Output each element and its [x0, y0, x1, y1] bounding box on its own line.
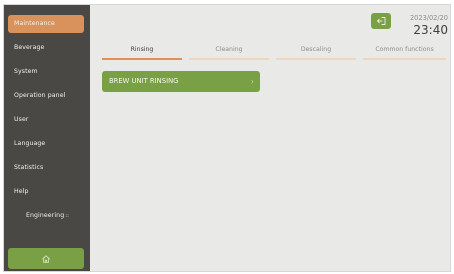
- sidebar-item-system[interactable]: System: [8, 63, 84, 81]
- sidebar-item-engineering[interactable]: Engineering::: [8, 207, 84, 225]
- date-display: 2023/02/20: [409, 14, 448, 22]
- brew-unit-rinsing-button[interactable]: BREW UNIT RINSING ›: [102, 71, 260, 92]
- home-icon: [42, 254, 50, 263]
- tab-descaling-indicator: [276, 58, 356, 60]
- sidebar-item-help[interactable]: Help: [8, 183, 84, 201]
- tab-common-functions[interactable]: Common functions: [363, 44, 446, 60]
- app-screen: Maintenance Beverage System Operation pa…: [3, 4, 451, 272]
- tab-rinsing-indicator: [102, 58, 182, 60]
- sidebar-item-engineering-label: Engineering: [26, 212, 65, 219]
- time-display: 23:40: [413, 23, 448, 37]
- home-button[interactable]: [8, 248, 84, 269]
- tab-cleaning-label: Cleaning: [215, 46, 243, 53]
- chevron-right-icon: ›: [250, 77, 254, 86]
- tab-common-functions-indicator: [363, 58, 446, 60]
- tab-rinsing-label: Rinsing: [130, 46, 154, 53]
- logout-icon: [376, 17, 385, 25]
- tab-descaling-label: Descaling: [300, 46, 332, 53]
- sidebar-item-beverage[interactable]: Beverage: [8, 39, 84, 57]
- submenu-arrow-icon: ::: [65, 213, 70, 219]
- logout-button[interactable]: [371, 13, 391, 29]
- sidebar-item-operation-panel[interactable]: Operation panel: [8, 87, 84, 105]
- tab-rinsing[interactable]: Rinsing: [102, 44, 182, 60]
- sidebar-item-user[interactable]: User: [8, 111, 84, 129]
- tab-cleaning[interactable]: Cleaning: [189, 44, 269, 60]
- tab-common-functions-label: Common functions: [375, 46, 434, 53]
- tab-cleaning-indicator: [189, 58, 269, 60]
- sidebar-item-maintenance[interactable]: Maintenance: [8, 15, 84, 33]
- brew-unit-rinsing-label: BREW UNIT RINSING: [109, 77, 179, 85]
- sidebar: Maintenance Beverage System Operation pa…: [4, 5, 90, 271]
- tab-descaling[interactable]: Descaling: [276, 44, 356, 60]
- sidebar-item-statistics[interactable]: Statistics: [8, 159, 84, 177]
- sidebar-item-language[interactable]: Language: [8, 135, 84, 153]
